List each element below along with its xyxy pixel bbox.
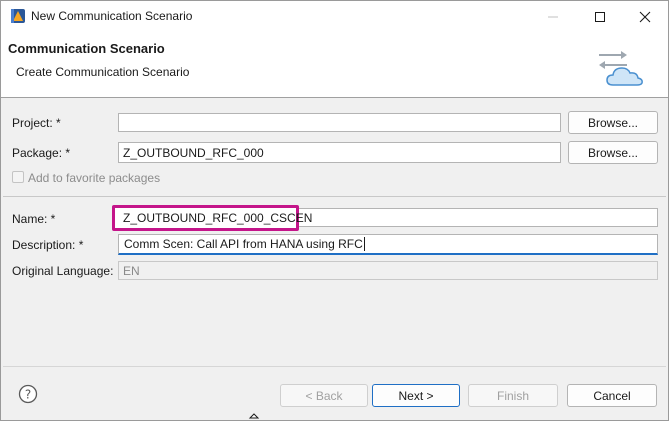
package-label: Package: * <box>12 146 71 160</box>
close-icon <box>639 11 651 22</box>
eclipse-adt-icon <box>11 9 25 23</box>
favorite-packages-label: Add to favorite packages <box>28 171 161 185</box>
browse-project-button[interactable]: Browse... <box>568 111 658 134</box>
description-input[interactable]: Comm Scen: Call API from HANA using RFC​ <box>118 234 658 255</box>
finish-button[interactable]: Finish <box>468 384 558 407</box>
name-label: Name: * <box>12 212 56 226</box>
description-label: Description: * <box>12 238 84 252</box>
description-value: Comm Scen: Call API from HANA using RFC <box>124 237 363 251</box>
section-divider <box>3 196 666 197</box>
project-label: Project: * <box>12 116 61 130</box>
text-cursor: ​ <box>363 237 365 251</box>
footer-divider <box>3 366 666 367</box>
name-input-extension[interactable] <box>298 208 658 227</box>
favorite-packages-checkbox[interactable] <box>12 171 24 183</box>
next-button[interactable]: Next > <box>372 384 460 407</box>
wizard-title: Communication Scenario <box>8 41 165 56</box>
back-button[interactable]: < Back <box>280 384 368 407</box>
help-icon[interactable]: ? <box>18 384 38 404</box>
cancel-button[interactable]: Cancel <box>567 384 657 407</box>
wizard-header: Communication Scenario Create Communicat… <box>1 32 668 98</box>
name-input[interactable]: Z_OUTBOUND_RFC_000_CSCEN <box>123 211 312 225</box>
minimize-icon <box>548 16 558 17</box>
window-title: New Communication Scenario <box>31 9 193 23</box>
resize-cursor-icon <box>248 413 260 419</box>
project-input[interactable] <box>118 113 561 132</box>
maximize-icon <box>595 11 605 22</box>
minimize-button[interactable] <box>530 1 576 32</box>
close-button[interactable] <box>622 1 668 32</box>
dialog-window: New Communication Scenario Communication… <box>0 0 669 421</box>
maximize-button[interactable] <box>577 1 623 32</box>
svg-text:?: ? <box>25 388 31 402</box>
cloud-transfer-icon <box>591 41 651 93</box>
original-language-input: EN <box>118 261 658 280</box>
title-bar: New Communication Scenario <box>1 1 668 32</box>
wizard-subtitle: Create Communication Scenario <box>16 65 190 79</box>
package-input[interactable]: Z_OUTBOUND_RFC_000 <box>118 142 561 163</box>
original-language-label: Original Language: <box>12 264 114 278</box>
browse-package-button[interactable]: Browse... <box>568 141 658 164</box>
